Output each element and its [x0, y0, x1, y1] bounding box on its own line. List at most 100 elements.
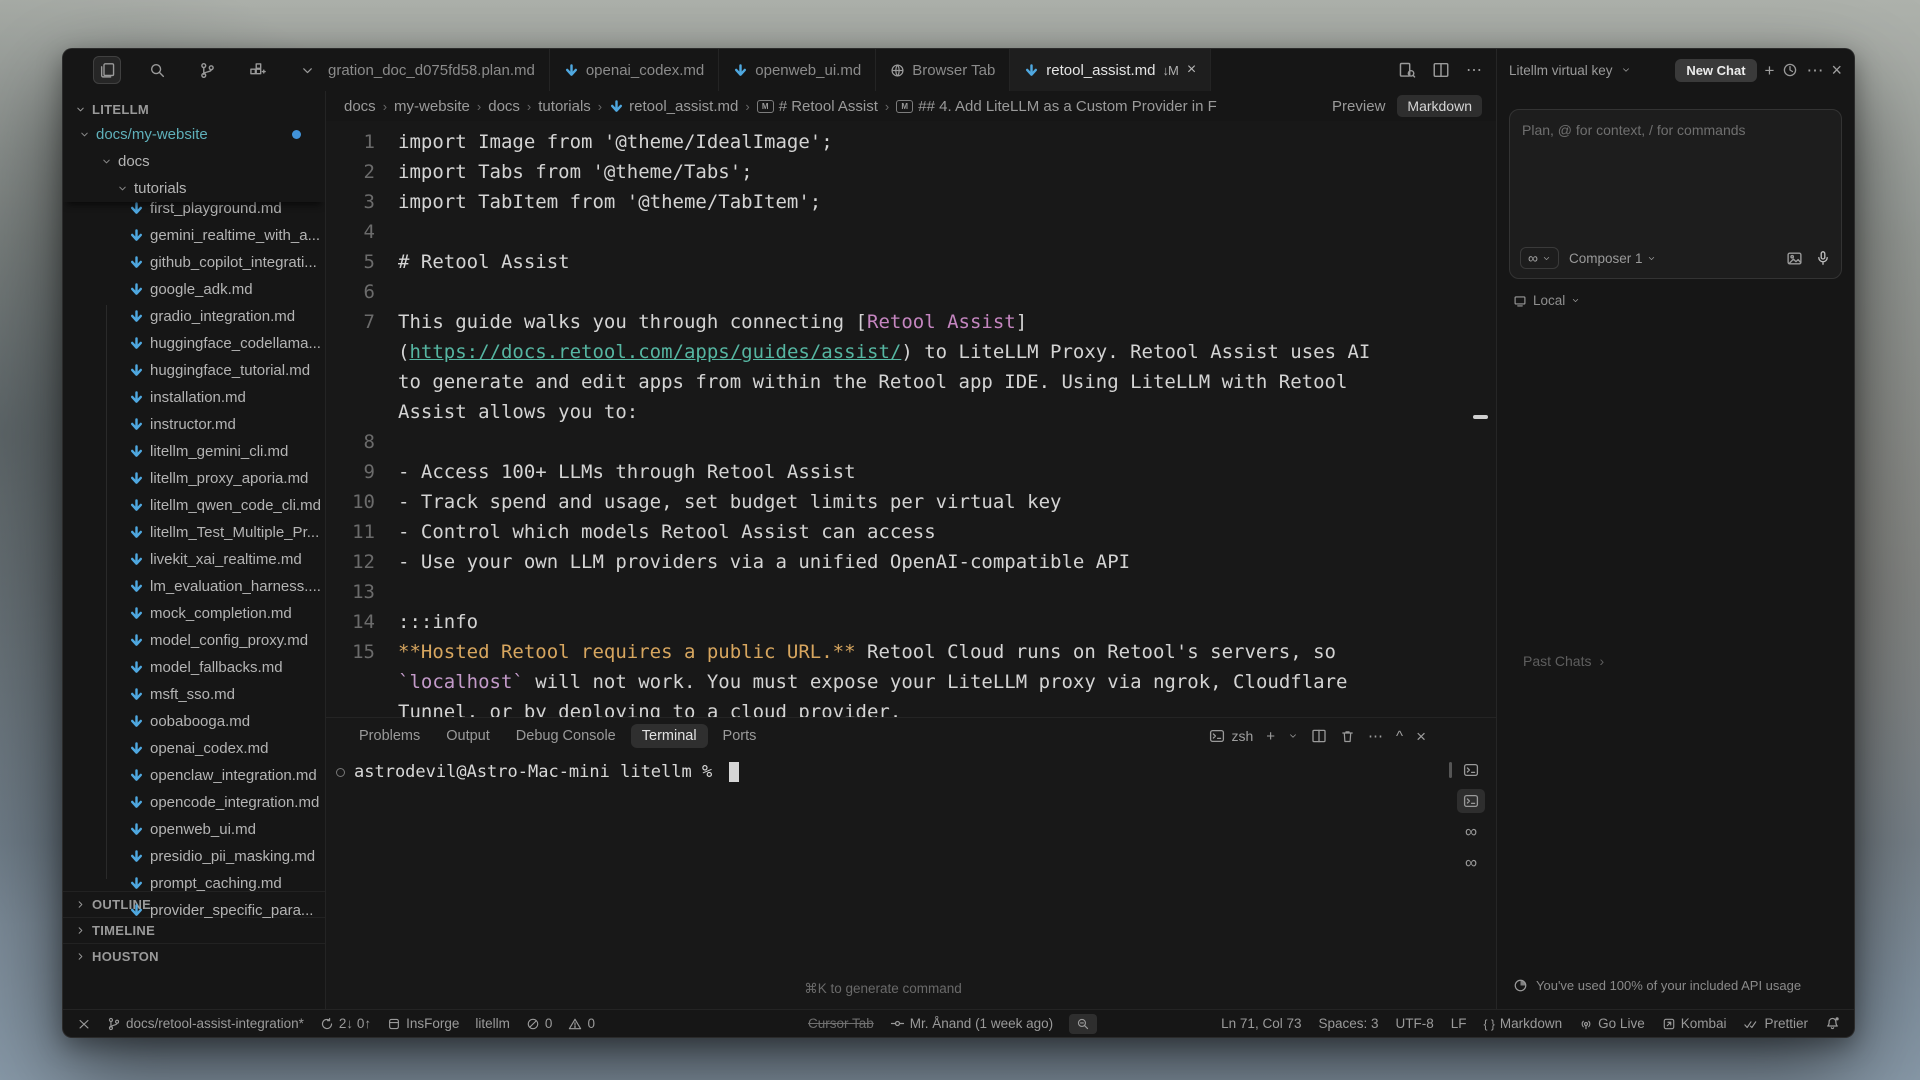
status-item-utf-8[interactable]: UTF-8 — [1396, 1016, 1434, 1031]
file-item[interactable]: github_copilot_integrati... — [63, 249, 325, 276]
status-item[interactable] — [1825, 1016, 1840, 1031]
kill-terminal-icon[interactable] — [1340, 729, 1355, 744]
file-item[interactable]: model_config_proxy.md — [63, 627, 325, 654]
file-item[interactable]: installation.md — [63, 384, 325, 411]
status-item-spaces-3[interactable]: Spaces: 3 — [1318, 1016, 1378, 1031]
code-editor[interactable]: 1import Image from '@theme/IdealImage';2… — [326, 121, 1496, 717]
file-item[interactable]: model_fallbacks.md — [63, 654, 325, 681]
breadcrumb-item[interactable]: tutorials — [538, 98, 591, 115]
past-chats-link[interactable]: Past Chats › — [1523, 653, 1604, 669]
scrollbar-thumb[interactable] — [1473, 415, 1488, 419]
status-item-mr-nand-1-week-ago[interactable]: Mr. Ånand (1 week ago) — [890, 1016, 1053, 1031]
open-preview-icon[interactable] — [1398, 61, 1416, 79]
status-item-ln-71-col-73[interactable]: Ln 71, Col 73 — [1221, 1016, 1301, 1031]
file-item[interactable]: prompt_caching.md — [63, 870, 325, 897]
status-item-cursor-tab[interactable]: Cursor Tab — [808, 1016, 874, 1031]
breadcrumb-item[interactable]: docs — [344, 98, 376, 115]
breadcrumb-item[interactable]: my-website — [394, 98, 470, 115]
file-item[interactable]: huggingface_tutorial.md — [63, 357, 325, 384]
file-item[interactable]: litellm_Test_Multiple_Pr... — [63, 519, 325, 546]
breadcrumb-item[interactable]: M# Retool Assist — [757, 98, 878, 115]
panel-more-icon[interactable]: ⋯ — [1368, 729, 1383, 744]
file-item[interactable]: provider_specific_para... — [63, 897, 325, 924]
status-item-go-live[interactable]: Go Live — [1579, 1016, 1645, 1031]
status-item-kombai[interactable]: Kombai — [1662, 1016, 1727, 1031]
file-item[interactable]: huggingface_codellama... — [63, 330, 325, 357]
add-chat-icon[interactable]: + — [1765, 62, 1775, 79]
file-item[interactable]: litellm_proxy_aporia.md — [63, 465, 325, 492]
file-item[interactable]: openweb_ui.md — [63, 816, 325, 843]
file-item[interactable]: msft_sso.md — [63, 681, 325, 708]
panel-tab-ports[interactable]: Ports — [712, 724, 768, 748]
status-item[interactable] — [1069, 1014, 1097, 1034]
file-item[interactable]: opencode_integration.md — [63, 789, 325, 816]
terminal-scrollbar[interactable] — [1449, 762, 1452, 778]
breadcrumb-item[interactable]: retool_assist.md — [609, 98, 738, 115]
folder-item[interactable]: docs — [63, 148, 325, 175]
chevron-down-icon[interactable] — [1288, 731, 1298, 741]
status-item-2-0[interactable]: 2↓ 0↑ — [320, 1016, 371, 1031]
breadcrumb-item[interactable]: M## 4. Add LiteLLM as a Custom Provider … — [896, 98, 1216, 115]
source-control-icon[interactable] — [193, 56, 221, 84]
microphone-icon[interactable] — [1815, 250, 1831, 266]
panel-tab-debug-console[interactable]: Debug Console — [505, 724, 627, 748]
file-item[interactable]: litellm_gemini_cli.md — [63, 438, 325, 465]
shell-selector[interactable]: zsh — [1209, 728, 1253, 744]
preview-mode-button[interactable]: Preview — [1332, 98, 1385, 115]
split-terminal-icon[interactable] — [1311, 728, 1327, 744]
file-item[interactable]: openclaw_integration.md — [63, 762, 325, 789]
chevron-down-icon[interactable] — [1621, 65, 1631, 75]
tab-close-icon[interactable]: × — [1187, 61, 1196, 79]
more-actions-icon[interactable]: ⋯ — [1466, 60, 1482, 80]
new-terminal-icon[interactable]: + — [1266, 729, 1275, 744]
attach-image-icon[interactable] — [1786, 250, 1803, 267]
editor-tab[interactable]: openweb_ui.md — [719, 49, 876, 91]
history-icon[interactable] — [1782, 62, 1798, 78]
editor-tab[interactable]: gration_doc_d075fd58.plan.md — [326, 49, 550, 91]
chevron-down-icon[interactable] — [293, 56, 321, 84]
new-chat-button[interactable]: New Chat — [1675, 59, 1756, 82]
explorer-icon[interactable] — [93, 56, 121, 84]
terminal-instance-icon[interactable] — [1457, 789, 1485, 813]
environment-selector[interactable]: Local — [1513, 293, 1842, 308]
search-icon[interactable] — [143, 56, 171, 84]
chat-close-icon[interactable]: × — [1831, 61, 1842, 79]
status-item[interactable] — [77, 1017, 91, 1031]
status-item-lf[interactable]: LF — [1451, 1016, 1467, 1031]
panel-close-icon[interactable]: × — [1416, 728, 1426, 745]
panel-maximize-icon[interactable]: ^ — [1396, 729, 1403, 744]
status-item-prettier[interactable]: Prettier — [1743, 1016, 1808, 1031]
file-item[interactable]: mock_completion.md — [63, 600, 325, 627]
extensions-icon[interactable] — [243, 56, 271, 84]
chat-more-icon[interactable]: ⋯ — [1806, 62, 1823, 79]
status-item-insforge[interactable]: InsForge — [387, 1016, 459, 1031]
chat-input-box[interactable]: Plan, @ for context, / for commands ∞ Co… — [1509, 109, 1842, 279]
terminal-instance-icon[interactable] — [1457, 758, 1485, 782]
file-item[interactable]: google_adk.md — [63, 276, 325, 303]
status-item-docs-retool-assist-integration[interactable]: docs/retool-assist-integration* — [107, 1016, 304, 1031]
markdown-mode-button[interactable]: Markdown — [1397, 95, 1482, 117]
sidebar-section-houston[interactable]: HOUSTON — [63, 943, 325, 969]
file-item[interactable]: litellm_qwen_code_cli.md — [63, 492, 325, 519]
file-item[interactable]: instructor.md — [63, 411, 325, 438]
status-item-markdown[interactable]: { }Markdown — [1484, 1016, 1563, 1031]
workspace-section-header[interactable]: LITELLM — [63, 97, 325, 121]
file-item[interactable]: livekit_xai_realtime.md — [63, 546, 325, 573]
status-item-0[interactable]: 0 — [526, 1016, 553, 1031]
status-item-litellm[interactable]: litellm — [475, 1016, 510, 1031]
file-item[interactable]: gradio_integration.md — [63, 303, 325, 330]
agent-terminal-icon[interactable]: ∞ — [1457, 820, 1485, 844]
panel-tab-output[interactable]: Output — [435, 724, 501, 748]
breadcrumb-item[interactable]: docs — [488, 98, 520, 115]
agent-mode-selector[interactable]: ∞ — [1520, 247, 1559, 269]
folder-item[interactable]: tutorials — [63, 175, 325, 202]
editor-tab[interactable]: Browser Tab — [876, 49, 1010, 91]
split-editor-icon[interactable] — [1432, 61, 1450, 79]
editor-tab[interactable]: openai_codex.md — [550, 49, 719, 91]
agent-terminal-icon[interactable]: ∞ — [1457, 851, 1485, 875]
file-item[interactable]: openai_codex.md — [63, 735, 325, 762]
file-item[interactable]: lm_evaluation_harness.... — [63, 573, 325, 600]
editor-tab[interactable]: retool_assist.md↓M× — [1010, 49, 1211, 91]
terminal-content[interactable]: astrodevil@Astro-Mac-mini litellm % — [326, 754, 1496, 782]
panel-tab-problems[interactable]: Problems — [348, 724, 431, 748]
